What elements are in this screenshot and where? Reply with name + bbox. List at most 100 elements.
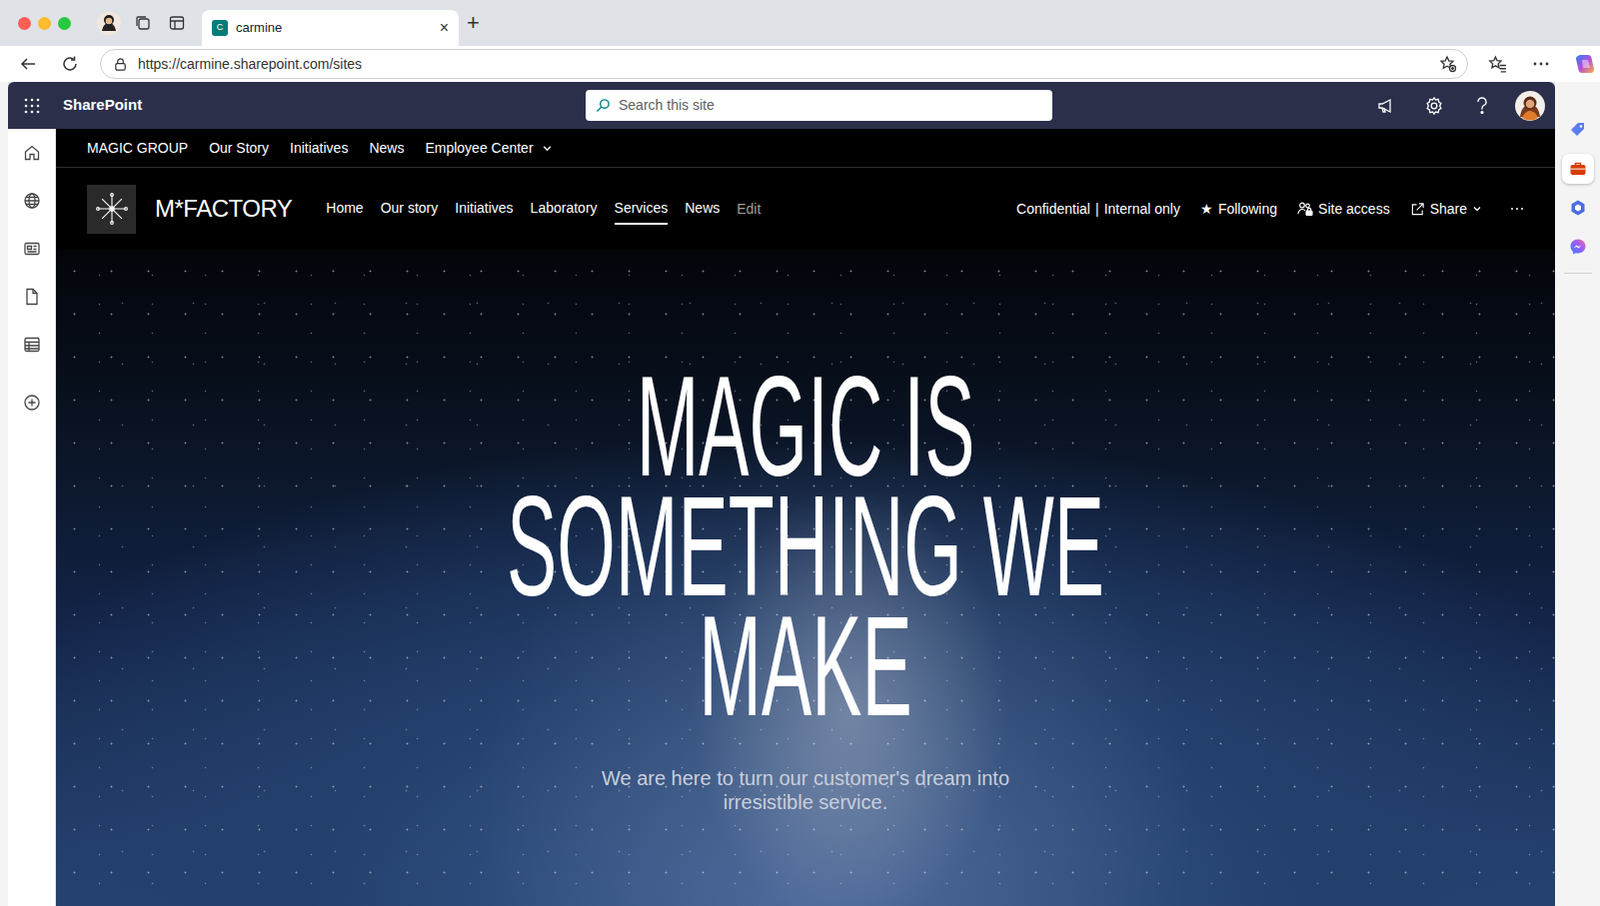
help-button[interactable] [1458,81,1507,129]
settings-more-button[interactable] [1526,48,1557,79]
site-nav-link[interactable]: Initiatives [454,193,513,225]
plus-circle-icon [22,393,41,412]
maximize-window-button[interactable] [57,16,71,30]
waffle-icon [23,97,40,114]
chevron-down-icon [1472,203,1483,214]
question-mark-icon [1475,95,1490,116]
site-nav-link[interactable]: Our story [380,193,439,225]
browser-tab[interactable]: C carmine × [201,9,459,46]
hero-heading-line: MAKE [408,606,1204,727]
site-access-label: Site access [1318,198,1391,220]
address-bar[interactable]: https://carmine.sharepoint.com/sites [99,48,1469,79]
search-box[interactable] [585,89,1053,121]
more-actions-button[interactable] [1510,206,1525,211]
copilot-icon [1574,52,1597,75]
add-favorite-icon[interactable] [1439,54,1458,73]
global-nav-button[interactable] [7,176,56,225]
profile-avatar-icon [96,10,121,35]
lists-button[interactable] [7,320,56,369]
site-page: MAGIC GROUP Our Story Initiatives News Empl… [55,128,1556,906]
edge-sidebar-item[interactable] [1562,192,1595,223]
news-button[interactable] [1362,81,1411,129]
share-button[interactable]: Share [1410,198,1483,220]
site-nav-link[interactable]: Laboratory [530,193,598,225]
new-tab-button[interactable]: + [466,11,480,34]
site-logo[interactable] [86,184,136,234]
share-label: Share [1430,198,1468,220]
sensitivity-label[interactable]: Confidential | Internal only [1016,198,1181,220]
follow-star: ★ [1200,198,1214,220]
suite-bar: SharePoint [7,81,1556,129]
tag-icon [1569,120,1588,139]
close-tab-button[interactable]: × [439,19,449,36]
globe-icon [22,191,41,210]
site-title[interactable]: M*FACTORY [154,190,292,227]
edit-nav-link[interactable]: Edit [736,198,761,220]
create-button[interactable] [7,378,56,427]
browser-window: C carmine × + https://carmine.sharepoint… [0,0,1600,906]
news-icon [22,239,41,258]
separator-text: | [1095,198,1100,220]
site-nav-link[interactable]: News [684,193,720,225]
follow-button[interactable]: ★ Following [1200,198,1278,220]
site-navigation: Home Our story Initiatives Laboratory Servic… [325,193,761,225]
search-input[interactable] [618,94,1043,116]
favorites-star-icon [1488,54,1508,74]
minimize-window-button[interactable] [37,16,51,30]
refresh-icon [60,54,79,73]
hub-site-link[interactable]: MAGIC GROUP [86,137,188,159]
sidebar-layout-icon [167,13,186,32]
hub-navigation: MAGIC GROUP Our Story Initiatives News Empl… [55,128,1556,168]
hero-heading: MAGIC ISSOMETHING WEMAKE [55,366,1556,727]
browser-toolbar: https://carmine.sharepoint.com/sites [0,45,1600,82]
hub-nav-label: Employee Center [424,137,533,159]
settings-button[interactable] [1410,81,1459,129]
hero-heading-line: MAGIC IS [408,366,1204,487]
vertical-tabs-icon[interactable] [161,7,192,38]
share-icon [1410,201,1426,217]
hero-banner: MAGIC ISSOMETHING WEMAKE We are here to … [55,249,1556,906]
file-icon [22,287,41,306]
megaphone-icon [1376,95,1397,116]
refresh-button[interactable] [54,48,85,79]
app-launcher-button[interactable] [7,81,56,129]
hero-subtitle: We are here to turn our customer's dream… [565,766,1046,815]
edge-sidebar-item[interactable] [1562,153,1595,184]
gear-icon [1424,95,1445,116]
back-button[interactable] [12,48,43,79]
hub-nav-link[interactable]: Initiatives [289,137,348,159]
home-icon [22,143,41,162]
hub-nav-link[interactable]: Our Story [208,137,269,159]
app-bar [7,128,56,906]
site-access-button[interactable]: Site access [1297,198,1391,220]
account-button[interactable] [1506,81,1555,129]
tab-strip: C carmine × + [0,0,1600,46]
user-avatar-icon [1515,90,1546,121]
close-window-button[interactable] [17,16,31,30]
hub-nav-link[interactable]: News [368,137,404,159]
files-button[interactable] [7,272,56,321]
edge-sidebar-divider [1564,272,1593,274]
back-arrow-icon [18,54,37,73]
site-header: M*FACTORY Home Our story Initiatives Labora… [55,167,1556,250]
app-name[interactable]: SharePoint [62,93,142,117]
site-nav-link[interactable]: Home [325,193,363,225]
follow-label: Following [1218,198,1278,220]
hub-nav-label: Initiatives [289,137,348,159]
copilot-button[interactable] [1570,48,1600,79]
edge-sidebar-item[interactable] [1562,231,1595,262]
my-news-button[interactable] [7,224,56,273]
lock-icon[interactable] [112,56,128,72]
search-icon [595,97,611,113]
url-text[interactable]: https://carmine.sharepoint.com/sites [137,53,1430,75]
site-nav-link[interactable]: Services [614,193,669,225]
edge-sidebar-item[interactable] [1562,114,1595,145]
hero-heading-line: SOMETHING WE [408,486,1204,607]
messenger-icon [1569,237,1588,256]
more-dots-icon [1532,60,1551,67]
favorites-button[interactable] [1482,48,1513,79]
hub-nav-link[interactable]: Employee Center [424,137,552,159]
tab-actions-icon[interactable] [127,7,158,38]
home-button[interactable] [7,128,56,177]
profile-icon[interactable] [93,7,124,38]
